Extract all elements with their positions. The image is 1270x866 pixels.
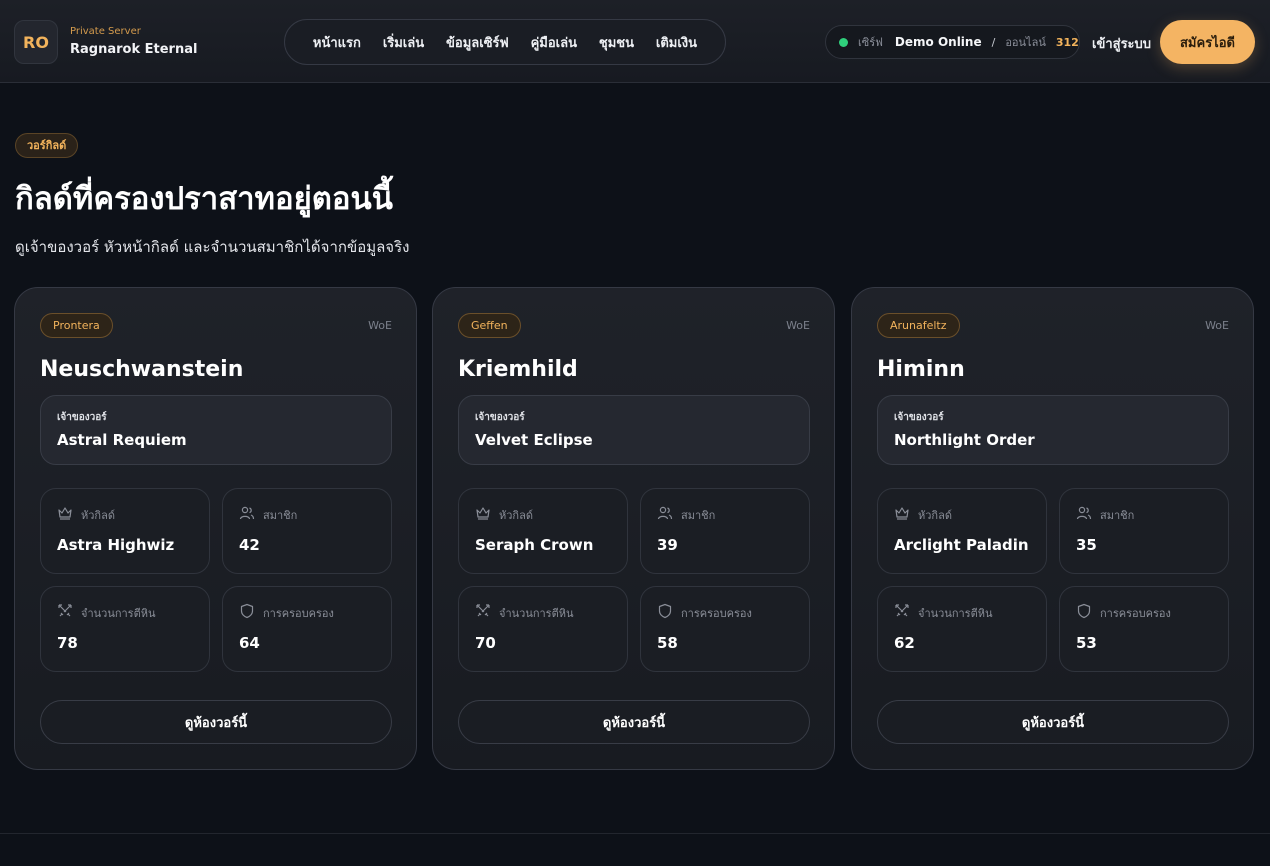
stat-value: 39 bbox=[657, 536, 678, 554]
castle-card: Geffen WoE Kriemhild เจ้าของวอร์ Velvet … bbox=[432, 287, 835, 770]
stat-holdings: การครอบครอง 64 bbox=[222, 586, 392, 672]
nav-item-start[interactable]: เริ่มเล่น bbox=[383, 32, 424, 53]
users-icon bbox=[239, 506, 255, 520]
stat-label: จำนวนการตีหิน bbox=[81, 607, 156, 620]
stat-value: Seraph Crown bbox=[475, 536, 594, 554]
stat-kills: จำนวนการตีหิน 62 bbox=[877, 586, 1047, 672]
stat-label: สมาชิก bbox=[1100, 509, 1135, 522]
castle-name: Neuschwanstein bbox=[40, 357, 244, 382]
woe-tag: WoE bbox=[368, 319, 392, 332]
stat-label: หัวกิลด์ bbox=[499, 509, 533, 522]
owner-box: เจ้าของวอร์ Northlight Order bbox=[877, 395, 1229, 465]
server-label: เซิร์ฟ bbox=[858, 36, 883, 49]
stat-label: การครอบครอง bbox=[681, 607, 752, 620]
castle-name: Himinn bbox=[877, 357, 965, 382]
stat-label: สมาชิก bbox=[263, 509, 298, 522]
owner-box: เจ้าของวอร์ Velvet Eclipse bbox=[458, 395, 810, 465]
page-subtitle: ดูเจ้าของวอร์ หัวหน้ากิลด์ และจำนวนสมาชิ… bbox=[15, 238, 410, 256]
city-badge: Arunafeltz bbox=[877, 313, 960, 338]
login-link[interactable]: เข้าสู่ระบบ bbox=[1092, 33, 1151, 54]
users-icon bbox=[657, 506, 673, 520]
crown-icon bbox=[895, 507, 909, 520]
stat-value: Astra Highwiz bbox=[57, 536, 175, 554]
stat-holdings: การครอบครอง 58 bbox=[640, 586, 810, 672]
users-icon bbox=[1076, 506, 1092, 520]
stat-label: หัวกิลด์ bbox=[918, 509, 952, 522]
footer-divider bbox=[0, 833, 1270, 834]
status-separator: / bbox=[991, 35, 996, 49]
stat-value: 58 bbox=[657, 634, 678, 652]
online-label: ออนไลน์ bbox=[1005, 36, 1046, 49]
section-badge: วอร์กิลด์ bbox=[15, 133, 79, 158]
stat-label: จำนวนการตีหิน bbox=[918, 607, 993, 620]
nav-item-community[interactable]: ชุมชน bbox=[599, 32, 634, 53]
server-value: Demo Online bbox=[894, 35, 982, 49]
shield-icon bbox=[1077, 603, 1091, 619]
swords-icon bbox=[58, 604, 72, 617]
city-badge: Geffen bbox=[458, 313, 521, 338]
stat-members: สมาชิก 42 bbox=[222, 488, 392, 574]
view-war-room-button[interactable]: ดูห้องวอร์นี้ bbox=[40, 700, 392, 744]
main-nav: หน้าแรก เริ่มเล่น ข้อมูลเซิร์ฟ คู่มือเล่… bbox=[284, 19, 726, 65]
stat-value: 42 bbox=[239, 536, 260, 554]
status-dot-icon bbox=[839, 37, 848, 47]
stat-value: 64 bbox=[239, 634, 260, 652]
shield-icon bbox=[658, 603, 672, 619]
stat-label: การครอบครอง bbox=[263, 607, 334, 620]
stat-leader: หัวกิลด์ Astra Highwiz bbox=[40, 488, 210, 574]
server-status: เซิร์ฟ Demo Online / ออนไลน์ 312 bbox=[825, 25, 1080, 59]
owner-box: เจ้าของวอร์ Astral Requiem bbox=[40, 395, 392, 465]
stat-value: 35 bbox=[1076, 536, 1097, 554]
stat-label: หัวกิลด์ bbox=[81, 509, 115, 522]
stat-label: สมาชิก bbox=[681, 509, 716, 522]
crown-icon bbox=[476, 507, 490, 520]
stat-label: การครอบครอง bbox=[1100, 607, 1171, 620]
castle-card: Arunafeltz WoE Himinn เจ้าของวอร์ Northl… bbox=[851, 287, 1254, 770]
page-title: กิลด์ที่ครองปราสาทอยู่ตอนนี้ bbox=[15, 181, 393, 217]
register-button[interactable]: สมัครไอดี bbox=[1160, 20, 1255, 64]
brand-subtitle: Private Server bbox=[70, 26, 141, 37]
woe-tag: WoE bbox=[1205, 319, 1229, 332]
view-war-room-button[interactable]: ดูห้องวอร์นี้ bbox=[877, 700, 1229, 744]
online-count: 312 bbox=[1055, 35, 1079, 49]
nav-item-home[interactable]: หน้าแรก bbox=[313, 32, 361, 53]
top-header: RO Private Server Ragnarok Eternal หน้าแ… bbox=[0, 0, 1270, 83]
city-badge: Prontera bbox=[40, 313, 113, 338]
stat-kills: จำนวนการตีหิน 78 bbox=[40, 586, 210, 672]
owner-label: เจ้าของวอร์ bbox=[894, 412, 944, 423]
swords-icon bbox=[895, 604, 909, 617]
castle-name: Kriemhild bbox=[458, 357, 578, 382]
owner-name: Velvet Eclipse bbox=[475, 431, 593, 449]
stat-leader: หัวกิลด์ Arclight Paladin bbox=[877, 488, 1047, 574]
swords-icon bbox=[476, 604, 490, 617]
stat-kills: จำนวนการตีหิน 70 bbox=[458, 586, 628, 672]
stat-value: 78 bbox=[57, 634, 78, 652]
stat-leader: หัวกิลด์ Seraph Crown bbox=[458, 488, 628, 574]
owner-name: Northlight Order bbox=[894, 431, 1035, 449]
stat-value: Arclight Paladin bbox=[894, 536, 1029, 554]
stat-holdings: การครอบครอง 53 bbox=[1059, 586, 1229, 672]
woe-tag: WoE bbox=[786, 319, 810, 332]
stat-value: 53 bbox=[1076, 634, 1097, 652]
owner-label: เจ้าของวอร์ bbox=[475, 412, 525, 423]
shield-icon bbox=[240, 603, 254, 619]
stat-label: จำนวนการตีหิน bbox=[499, 607, 574, 620]
nav-item-server-info[interactable]: ข้อมูลเซิร์ฟ bbox=[446, 32, 509, 53]
view-war-room-button[interactable]: ดูห้องวอร์นี้ bbox=[458, 700, 810, 744]
stat-value: 70 bbox=[475, 634, 496, 652]
owner-name: Astral Requiem bbox=[57, 431, 187, 449]
crown-icon bbox=[58, 507, 72, 520]
nav-item-guide[interactable]: คู่มือเล่น bbox=[531, 32, 577, 53]
owner-label: เจ้าของวอร์ bbox=[57, 412, 107, 423]
stat-members: สมาชิก 35 bbox=[1059, 488, 1229, 574]
brand-title[interactable]: Ragnarok Eternal bbox=[70, 42, 197, 57]
stat-members: สมาชิก 39 bbox=[640, 488, 810, 574]
logo[interactable]: RO bbox=[14, 20, 58, 64]
castle-card: Prontera WoE Neuschwanstein เจ้าของวอร์ … bbox=[14, 287, 417, 770]
nav-item-topup[interactable]: เติมเงิน bbox=[656, 32, 697, 53]
stat-value: 62 bbox=[894, 634, 915, 652]
